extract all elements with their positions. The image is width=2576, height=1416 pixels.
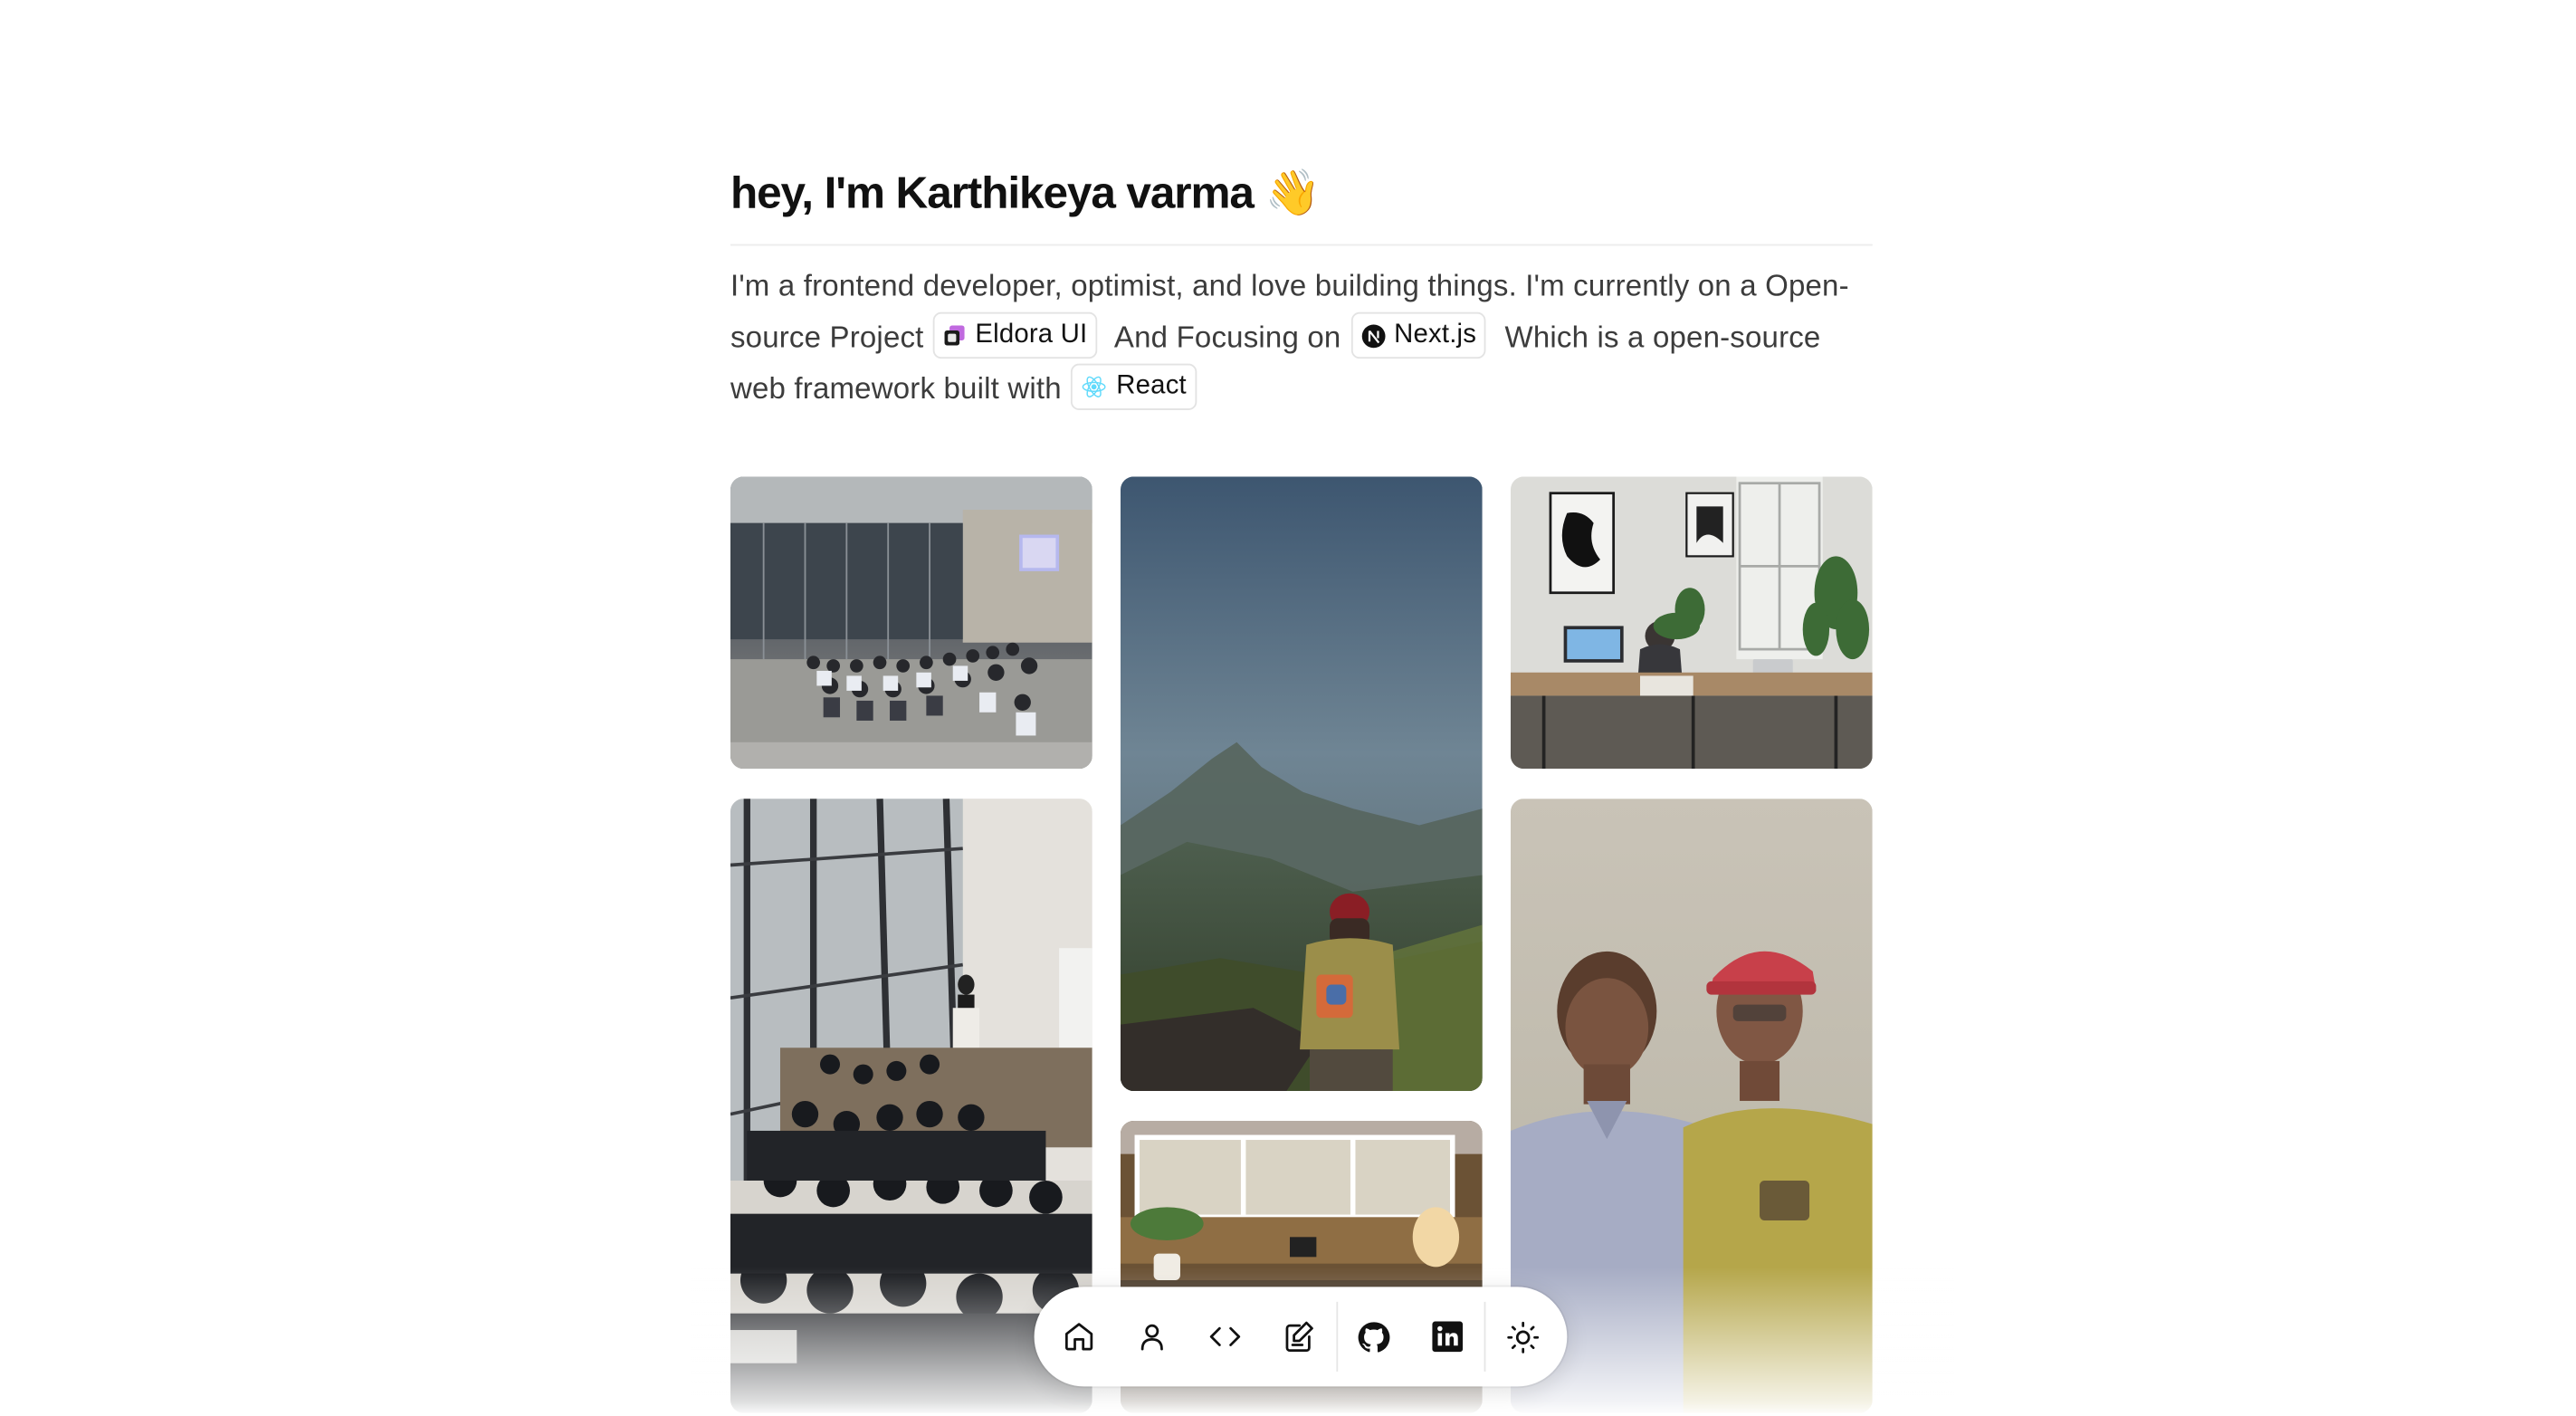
office-workspace-image bbox=[1510, 476, 1873, 770]
home-button[interactable] bbox=[1057, 1316, 1101, 1359]
two-friends-image bbox=[1510, 799, 1873, 1413]
photo-office-workspace[interactable] bbox=[1510, 476, 1873, 770]
photo-conference-hall[interactable] bbox=[730, 476, 1092, 770]
intro-paragraph: I'm a frontend developer, optimist, and … bbox=[730, 261, 1875, 416]
bottom-dock bbox=[1034, 1287, 1568, 1387]
dock-separator bbox=[1336, 1301, 1339, 1372]
projects-button[interactable] bbox=[1204, 1316, 1247, 1359]
react-chip-label: React bbox=[1116, 372, 1187, 401]
eldora-chip-label: Eldora UI bbox=[975, 321, 1088, 349]
page: hey, I'm Karthikeya varma 👋 I'm a fronte… bbox=[0, 0, 2576, 1416]
misty-mountain-image bbox=[1120, 476, 1483, 1091]
home-icon bbox=[1064, 1323, 1093, 1351]
user-icon bbox=[1140, 1324, 1163, 1351]
react-chip[interactable]: React bbox=[1071, 364, 1197, 411]
linkedin-icon bbox=[1432, 1321, 1464, 1353]
page-content: hey, I'm Karthikeya varma 👋 I'm a fronte… bbox=[0, 0, 2576, 1416]
pencil-notes-icon bbox=[1285, 1321, 1313, 1353]
conference-hall-image bbox=[730, 476, 1092, 770]
intro-text-2: And Focusing on bbox=[1113, 320, 1341, 354]
photo-two-friends[interactable] bbox=[1510, 799, 1873, 1413]
eldora-logo-icon bbox=[945, 325, 966, 346]
code-icon bbox=[1209, 1326, 1241, 1346]
blog-button[interactable] bbox=[1276, 1316, 1320, 1359]
title-divider bbox=[730, 244, 1873, 246]
nextjs-chip[interactable]: Next.js bbox=[1350, 312, 1487, 359]
github-button[interactable] bbox=[1351, 1316, 1395, 1359]
sun-icon bbox=[1506, 1320, 1539, 1353]
nextjs-chip-label: Next.js bbox=[1394, 321, 1477, 349]
nextjs-logo-icon bbox=[1361, 324, 1386, 348]
linkedin-button[interactable] bbox=[1426, 1316, 1469, 1359]
eldora-ui-chip[interactable]: Eldora UI bbox=[933, 312, 1098, 359]
github-icon bbox=[1357, 1321, 1389, 1352]
dock-separator bbox=[1484, 1301, 1486, 1372]
theme-toggle-button[interactable] bbox=[1501, 1316, 1544, 1359]
about-button[interactable] bbox=[1131, 1316, 1174, 1359]
page-title: hey, I'm Karthikeya varma 👋 bbox=[730, 166, 1321, 219]
title-text: hey, I'm Karthikeya varma bbox=[730, 167, 1255, 218]
wave-emoji: 👋 bbox=[1264, 167, 1321, 218]
react-logo-icon bbox=[1083, 377, 1107, 398]
photo-misty-mountain[interactable] bbox=[1120, 476, 1483, 1091]
